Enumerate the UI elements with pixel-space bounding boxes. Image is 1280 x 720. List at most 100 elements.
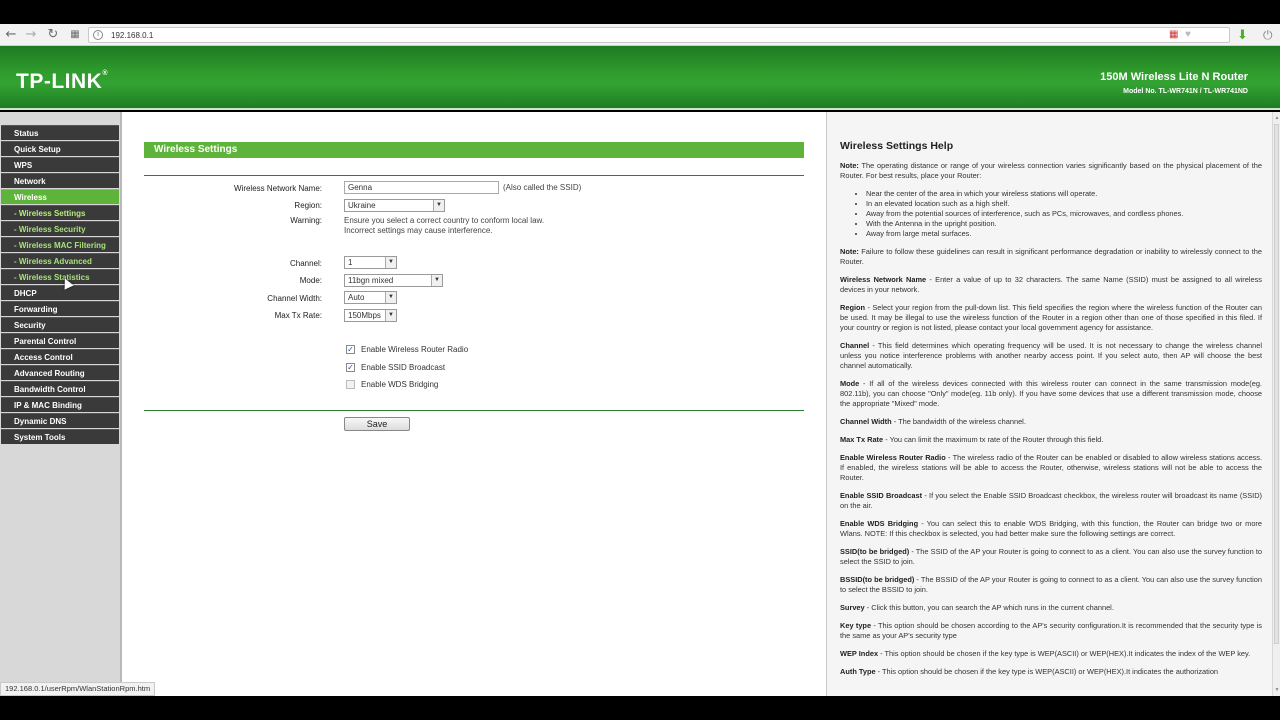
help-entry-ssid-bridged: SSID(to be bridged) - The SSID of the AP…: [840, 547, 1262, 566]
max-tx-rate-label: Max Tx Rate:: [274, 311, 322, 320]
help-entry-key-type: Key type - This option should be chosen …: [840, 621, 1262, 640]
main-panel: Wireless Settings Wireless Network Name:…: [124, 112, 824, 696]
ssid-label: Wireless Network Name:: [233, 184, 322, 193]
help-entry-bssid-bridged: BSSID(to be bridged) - The BSSID of the …: [840, 575, 1262, 594]
channel-width-select[interactable]: Auto ▼: [344, 291, 397, 304]
sidebar-item-wireless-mac-filtering[interactable]: - Wireless MAC Filtering: [1, 237, 119, 252]
wireless-radio-label: Enable Wireless Router Radio: [361, 345, 469, 354]
help-entry-region: Region - Select your region from the pul…: [840, 303, 1262, 332]
chevron-down-icon: ▼: [385, 310, 396, 321]
help-entry-wds-bridging: Enable WDS Bridging - You can select thi…: [840, 519, 1262, 538]
help-entry-wireless-radio: Enable Wireless Router Radio - The wirel…: [840, 453, 1262, 482]
chevron-down-icon: ▼: [431, 275, 442, 286]
chevron-down-icon: ▼: [385, 292, 396, 303]
list-item: In an elevated location such as a high s…: [866, 199, 1262, 209]
warning-label: Warning:: [290, 216, 322, 225]
sidebar-item-status[interactable]: Status: [1, 125, 119, 140]
scroll-down-icon[interactable]: ▼: [1273, 686, 1280, 694]
page-title: Wireless Settings: [144, 142, 804, 158]
screen: ← → ↻ ▦ i 192.168.0.1 ▦ ♥ ⬇ ⏻ TP-LINK® 1…: [0, 0, 1280, 720]
channel-width-value: Auto: [348, 293, 365, 302]
help-note-1: Note: The operating distance or range of…: [840, 161, 1262, 180]
sidebar-item-wireless-settings[interactable]: - Wireless Settings: [1, 205, 119, 220]
scroll-up-icon[interactable]: ▲: [1273, 114, 1280, 122]
channel-label: Channel:: [289, 259, 322, 268]
sidebar-item-bandwidth-control[interactable]: Bandwidth Control: [1, 381, 119, 396]
help-title: Wireless Settings Help: [840, 140, 954, 152]
max-tx-rate-value: 150Mbps: [348, 311, 381, 320]
ssid-broadcast-checkbox[interactable]: ✓: [346, 363, 355, 372]
sidebar-item-system-tools[interactable]: System Tools: [1, 429, 119, 444]
power-icon[interactable]: ⏻: [1263, 27, 1277, 43]
window-bottom-bar: [0, 696, 1280, 720]
page-info-icon[interactable]: i: [93, 30, 103, 40]
content-area: Status Quick Setup WPS Network Wireless …: [0, 112, 1280, 696]
sidebar-item-advanced-routing[interactable]: Advanced Routing: [1, 365, 119, 380]
help-pane: Wireless Settings Help Note: The operati…: [826, 112, 1272, 696]
help-entry-channel: Channel - This field determines which op…: [840, 341, 1262, 370]
help-placement-list: Near the center of the area in which you…: [866, 189, 1262, 239]
max-tx-rate-select[interactable]: 150Mbps ▼: [344, 309, 397, 322]
sidebar-item-quick-setup[interactable]: Quick Setup: [1, 141, 119, 156]
sidebar-item-dynamic-dns[interactable]: Dynamic DNS: [1, 413, 119, 428]
help-entry-survey: Survey - Click this button, you can sear…: [840, 603, 1114, 612]
wireless-radio-checkbox[interactable]: ✓: [346, 345, 355, 354]
sidebar-item-wps[interactable]: WPS: [1, 157, 119, 172]
router-header: TP-LINK® 150M Wireless Lite N Router Mod…: [0, 46, 1280, 110]
sidebar-item-security[interactable]: Security: [1, 317, 119, 332]
save-button[interactable]: Save: [344, 417, 410, 431]
channel-value: 1: [348, 258, 353, 267]
help-scrollbar[interactable]: ▲ ▼: [1272, 112, 1280, 696]
channel-select[interactable]: 1 ▼: [344, 256, 397, 269]
sidebar-item-wireless-security[interactable]: - Wireless Security: [1, 221, 119, 236]
region-label: Region:: [294, 201, 322, 210]
sidebar-item-wireless-advanced[interactable]: - Wireless Advanced: [1, 253, 119, 268]
product-name: 150M Wireless Lite N Router: [1100, 71, 1248, 83]
warning-line-2: Incorrect settings may cause interferenc…: [344, 226, 493, 235]
bottom-divider: [144, 410, 804, 411]
region-value: Ukraine: [348, 201, 376, 210]
top-divider: [144, 175, 804, 176]
region-select[interactable]: Ukraine ▼: [344, 199, 445, 212]
sidebar-item-dhcp[interactable]: DHCP: [1, 285, 119, 300]
help-entry-max-tx-rate: Max Tx Rate - You can limit the maximum …: [840, 435, 1104, 444]
chevron-down-icon: ▼: [433, 200, 444, 211]
ssid-note: (Also called the SSID): [503, 183, 582, 192]
list-item: Away from large metal surfaces.: [866, 229, 1262, 239]
reload-icon[interactable]: ↻: [45, 27, 61, 43]
help-entry-ssid-broadcast: Enable SSID Broadcast - If you select th…: [840, 491, 1263, 510]
bookmark-heart-icon[interactable]: ♥: [1185, 29, 1197, 41]
download-arrow-icon[interactable]: ⬇: [1237, 27, 1251, 43]
extension-grid-icon[interactable]: ▦: [1169, 29, 1181, 41]
back-icon[interactable]: ←: [3, 27, 19, 43]
help-entry-mode: Mode - If all of the wireless devices co…: [840, 379, 1262, 408]
ssid-broadcast-label: Enable SSID Broadcast: [361, 363, 446, 372]
mode-select[interactable]: 11bgn mixed ▼: [344, 274, 443, 287]
sidebar-item-forwarding[interactable]: Forwarding: [1, 301, 119, 316]
model-number: Model No. TL-WR741N / TL-WR741ND: [1123, 88, 1248, 95]
ssid-input[interactable]: Genna: [344, 181, 499, 194]
window-top-bar: [0, 0, 1280, 24]
forward-icon[interactable]: →: [23, 27, 39, 43]
address-url[interactable]: 192.168.0.1: [111, 29, 153, 42]
browser-toolbar: ← → ↻ ▦ i 192.168.0.1 ▦ ♥ ⬇ ⏻: [0, 24, 1280, 46]
wds-bridging-checkbox[interactable]: [346, 380, 355, 389]
help-scroll-thumb[interactable]: [1274, 124, 1279, 644]
list-item: Near the center of the area in which you…: [866, 189, 1262, 199]
status-bar-url: 192.168.0.1/userRpm/WlanStationRpm.htm: [0, 682, 156, 696]
help-entry-ssid: Wireless Network Name - Enter a value of…: [840, 275, 1263, 294]
sidebar-item-network[interactable]: Network: [1, 173, 119, 188]
sidebar-item-ip-mac-binding[interactable]: IP & MAC Binding: [1, 397, 119, 412]
address-bar[interactable]: i 192.168.0.1 ▦ ♥: [88, 27, 1230, 43]
sidebar-item-access-control[interactable]: Access Control: [1, 349, 119, 364]
help-note-2: Note: Failure to follow these guidelines…: [840, 247, 1262, 266]
help-entry-auth-type: Auth Type - This option should be chosen…: [840, 667, 1219, 676]
sidebar: Status Quick Setup WPS Network Wireless …: [0, 112, 122, 696]
chevron-down-icon: ▼: [385, 257, 396, 268]
list-item: With the Antenna in the upright position…: [866, 219, 1262, 229]
sidebar-item-parental-control[interactable]: Parental Control: [1, 333, 119, 348]
sidebar-item-wireless[interactable]: Wireless: [1, 189, 119, 204]
tp-link-logo: TP-LINK®: [16, 70, 108, 93]
apps-icon[interactable]: ▦: [67, 27, 83, 43]
list-item: Away from the potential sources of inter…: [866, 209, 1262, 219]
